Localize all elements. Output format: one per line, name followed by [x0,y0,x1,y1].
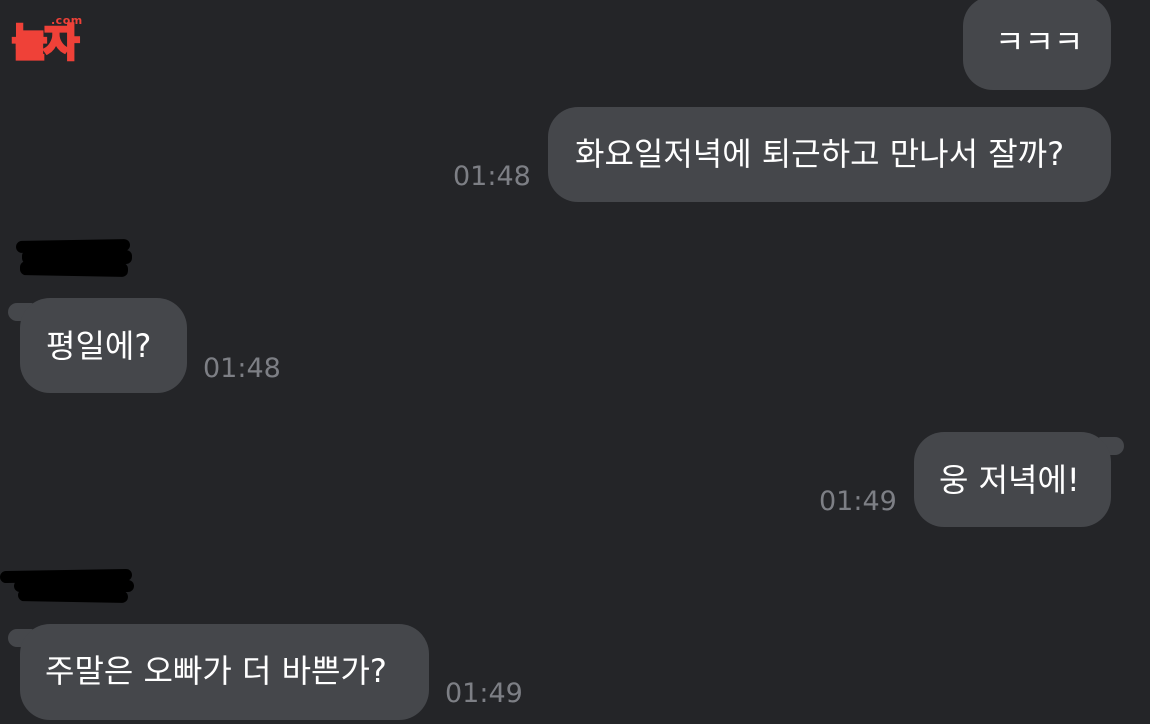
message-text: 주말은 오빠가 더 바쁜가? [45,652,387,690]
message-bubble-incoming[interactable]: 평일에? [20,298,187,393]
message-text: 웅 저녁에! [939,461,1080,499]
message-text: 평일에? [46,327,152,365]
message-timestamp: 01:48 [453,161,531,192]
message-bubble-outgoing[interactable]: 웅 저녁에! [914,432,1111,527]
message-text: 화요일저녁에 퇴근하고 만나서 잘까? [575,135,1065,173]
site-logo: .com 놀자 [11,14,148,67]
message-timestamp: 01:49 [819,486,897,517]
message-timestamp: 01:48 [203,353,281,384]
message-bubble-incoming[interactable]: 주말은 오빠가 더 바쁜가? [20,624,429,720]
message-text: ㅋㅋㅋ [995,23,1084,61]
logo-mark: 놀자 [11,20,81,67]
message-timestamp: 01:49 [445,678,523,709]
chat-view: .com 놀자 ㅋㅋㅋ 화요일저녁에 퇴근하고 만나서 잘까? 01:48 평일… [0,0,1150,724]
message-bubble-outgoing[interactable]: 화요일저녁에 퇴근하고 만나서 잘까? [548,107,1111,202]
message-bubble-outgoing[interactable]: ㅋㅋㅋ [963,0,1111,90]
